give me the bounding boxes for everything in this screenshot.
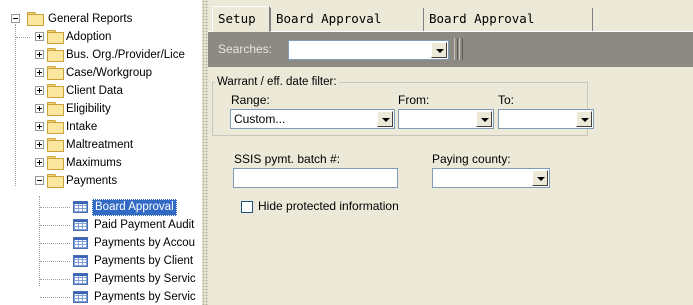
tab-setup[interactable]: Setup bbox=[212, 6, 270, 32]
folder-icon bbox=[47, 120, 64, 134]
tree-folder-adoption[interactable]: Adoption bbox=[0, 28, 200, 46]
range-label: Range: bbox=[231, 93, 270, 107]
hide-protected-checkbox[interactable] bbox=[241, 201, 253, 213]
tree-folder-bus-org[interactable]: Bus. Org./Provider/Lice bbox=[0, 46, 200, 64]
folder-icon bbox=[47, 30, 64, 44]
toolbar-grip[interactable] bbox=[454, 38, 458, 60]
from-date-picker[interactable] bbox=[398, 109, 494, 129]
report-grid-icon bbox=[73, 273, 88, 285]
expand-icon[interactable] bbox=[35, 68, 44, 77]
tab-board-approval-grid[interactable]: Board Approval Grid bbox=[270, 8, 423, 48]
toolbar-grip[interactable] bbox=[459, 38, 463, 60]
tree-folder-case-workgroup[interactable]: Case/Workgroup bbox=[0, 64, 200, 82]
tree-node-label: Maximums bbox=[66, 157, 122, 169]
range-dropdown[interactable]: Custom... bbox=[230, 109, 395, 129]
expand-icon[interactable] bbox=[35, 50, 44, 59]
dropdown-arrow-icon[interactable] bbox=[476, 111, 492, 127]
tree-folder-eligibility[interactable]: Eligibility bbox=[0, 100, 200, 118]
report-grid-icon bbox=[73, 255, 88, 267]
dropdown-arrow-icon[interactable] bbox=[377, 111, 393, 127]
report-setup-panel: Setup Board Approval Grid Board Approval… bbox=[208, 0, 693, 305]
report-grid-icon bbox=[73, 237, 88, 249]
tree-report-payments-by-service-2[interactable]: Payments by Servic bbox=[0, 288, 200, 305]
tree-node-label: Payments bbox=[66, 175, 118, 187]
folder-open-icon bbox=[27, 12, 44, 26]
tree-node-label: Payments by Accou bbox=[94, 237, 195, 249]
report-grid-icon bbox=[73, 219, 88, 231]
ssis-batch-label: SSIS pymt. batch #: bbox=[234, 152, 341, 166]
to-label: To: bbox=[498, 93, 515, 107]
tree-report-payments-by-client[interactable]: Payments by Client bbox=[0, 252, 200, 270]
expand-icon[interactable] bbox=[35, 104, 44, 113]
collapse-icon[interactable] bbox=[35, 176, 44, 185]
expand-icon[interactable] bbox=[35, 140, 44, 149]
tree-node-label: Client Data bbox=[66, 85, 123, 97]
expand-icon[interactable] bbox=[35, 122, 44, 131]
tree-node-label: Payments by Servic bbox=[94, 273, 196, 285]
tree-node-label: Eligibility bbox=[66, 103, 111, 115]
dropdown-arrow-icon[interactable] bbox=[532, 170, 548, 186]
tree-node-label: Bus. Org./Provider/Lice bbox=[66, 49, 185, 61]
searches-dropdown[interactable] bbox=[288, 40, 449, 60]
dropdown-arrow-icon[interactable] bbox=[431, 42, 447, 58]
tree-node-label: Adoption bbox=[66, 31, 112, 43]
tree-report-paid-payment-audit[interactable]: Paid Payment Audit bbox=[0, 216, 200, 234]
to-date-picker[interactable] bbox=[498, 109, 594, 129]
tree-node-general-reports[interactable]: General Reports bbox=[0, 10, 200, 28]
tree-report-payments-by-service-1[interactable]: Payments by Servic bbox=[0, 270, 200, 288]
tree-folder-maltreatment[interactable]: Maltreatment bbox=[0, 136, 200, 154]
tree-node-label: Paid Payment Audit bbox=[94, 219, 195, 231]
tab-board-approval-report[interactable]: Board Approval Report bbox=[423, 8, 593, 48]
expand-icon[interactable] bbox=[35, 32, 44, 41]
hide-protected-label[interactable]: Hide protected information bbox=[258, 199, 399, 213]
folder-icon bbox=[47, 156, 64, 170]
folder-open-icon bbox=[47, 174, 64, 188]
expand-icon[interactable] bbox=[35, 158, 44, 167]
tree-node-label: Intake bbox=[66, 121, 98, 133]
ssis-batch-input[interactable] bbox=[233, 168, 398, 188]
folder-icon bbox=[47, 48, 64, 62]
report-tree[interactable]: General Reports Adoption Bus. Org./Provi… bbox=[0, 0, 202, 305]
paying-county-dropdown[interactable] bbox=[432, 168, 550, 188]
folder-icon bbox=[47, 102, 64, 116]
expand-icon[interactable] bbox=[35, 86, 44, 95]
tree-node-label-selected: Board Approval bbox=[92, 199, 177, 216]
report-grid-icon bbox=[73, 201, 88, 213]
folder-icon bbox=[47, 138, 64, 152]
tree-folder-client-data[interactable]: Client Data bbox=[0, 82, 200, 100]
warrant-filter-legend: Warrant / eff. date filter: bbox=[217, 76, 337, 88]
tree-node-label: Payments by Servic bbox=[94, 291, 196, 303]
tree-node-label: Maltreatment bbox=[66, 139, 134, 151]
tree-node-label: Case/Workgroup bbox=[66, 67, 153, 79]
tree-folder-payments[interactable]: Payments bbox=[0, 172, 200, 190]
searches-toolbar: Searches: bbox=[208, 32, 693, 67]
tree-report-board-approval[interactable]: Board Approval bbox=[0, 198, 200, 216]
folder-icon bbox=[47, 84, 64, 98]
from-label: From: bbox=[398, 93, 430, 107]
tree-folder-intake[interactable]: Intake bbox=[0, 118, 200, 136]
paying-county-label: Paying county: bbox=[432, 152, 511, 166]
folder-icon bbox=[47, 66, 64, 80]
collapse-icon[interactable] bbox=[11, 14, 20, 23]
dropdown-arrow-icon[interactable] bbox=[576, 111, 592, 127]
tree-node-label: General Reports bbox=[48, 13, 133, 25]
tree-report-payments-by-account[interactable]: Payments by Accou bbox=[0, 234, 200, 252]
tree-folder-maximums[interactable]: Maximums bbox=[0, 154, 200, 172]
report-grid-icon bbox=[73, 291, 88, 303]
searches-label: Searches: bbox=[218, 42, 273, 56]
tree-node-label: Payments by Client bbox=[94, 255, 194, 267]
